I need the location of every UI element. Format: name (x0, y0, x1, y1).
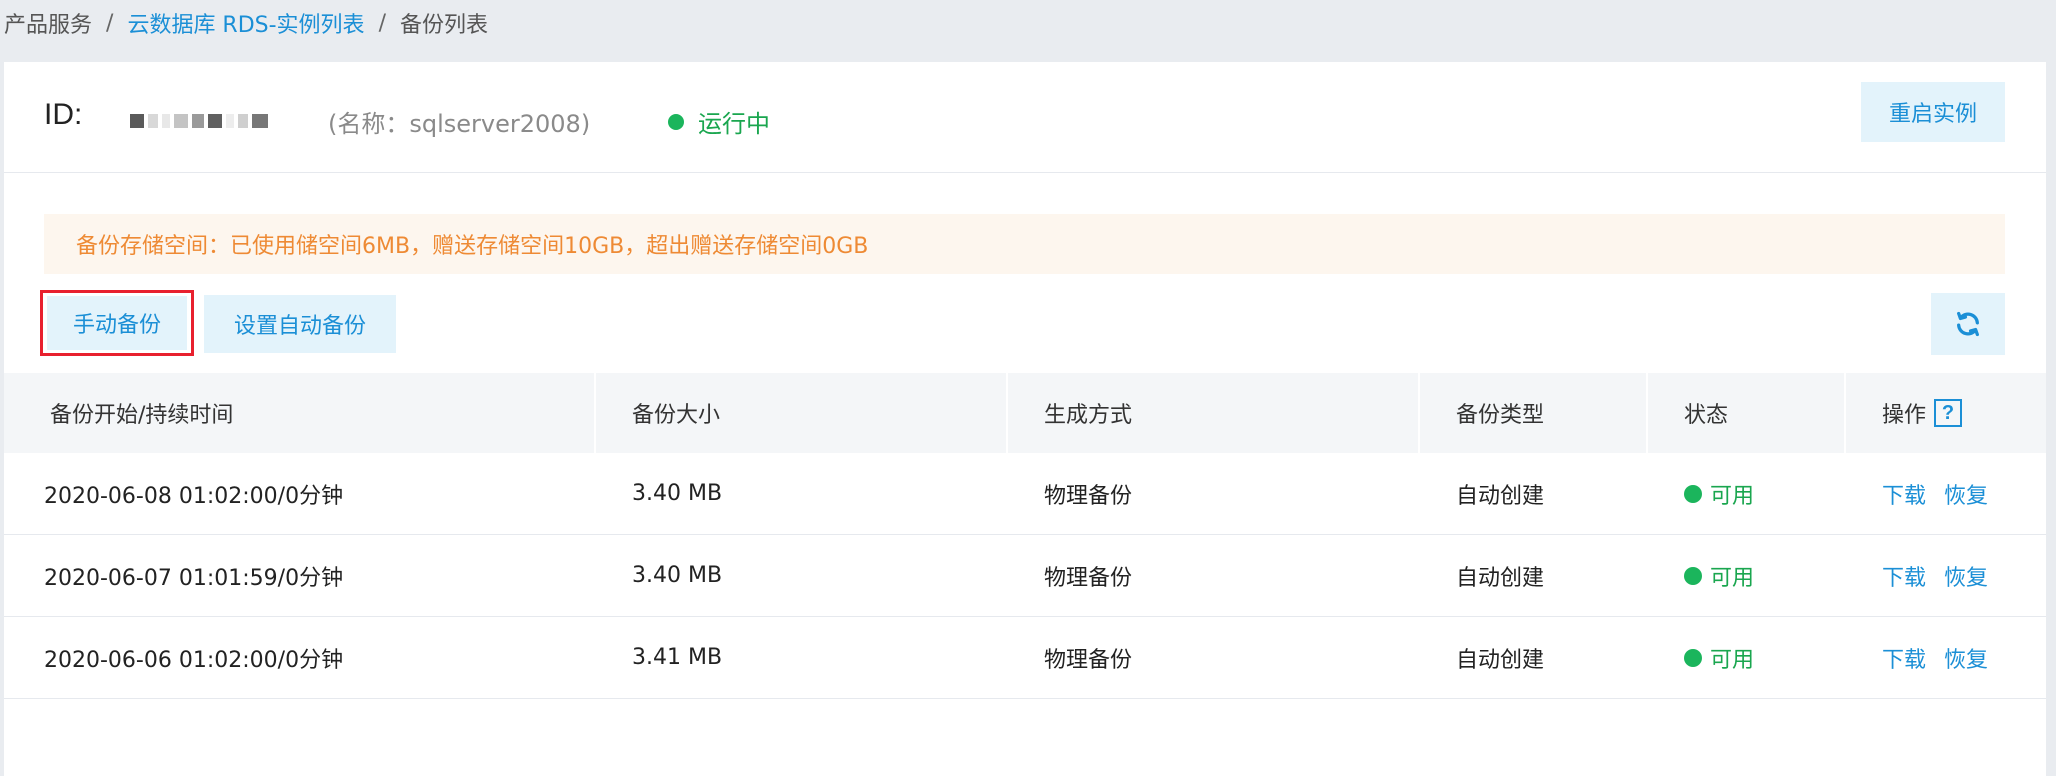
backup-type: 自动创建 (1456, 647, 1545, 673)
backup-type: 自动创建 (1456, 483, 1545, 509)
column-header-type: 备份类型 (1420, 373, 1648, 453)
backup-size: 3.41 MB (632, 645, 723, 670)
backup-card: ID: (名称：sqlserver2008) 运行中 重启实例 备份存储空间：已… (4, 62, 2046, 776)
manual-backup-label: 手动备份 (47, 296, 187, 350)
restart-instance-button[interactable]: 重启实例 (1861, 82, 2005, 142)
backup-time: 2020-06-07 01:01:59/0分钟 (44, 565, 344, 591)
backup-status-text: 可用 (1710, 647, 1755, 673)
instance-status: 运行中 (668, 104, 770, 139)
restore-link[interactable]: 恢复 (1944, 560, 1988, 592)
breadcrumb: 产品服务 / 云数据库 RDS-实例列表 / 备份列表 (4, 0, 488, 46)
backup-status: 可用 (1648, 453, 1846, 534)
backup-actions: 下载 恢复 (1846, 617, 2046, 698)
breadcrumb-item-backup-list: 备份列表 (399, 13, 488, 38)
backup-time: 2020-06-06 01:02:00/0分钟 (44, 647, 344, 673)
refresh-icon (1957, 311, 1979, 337)
status-dot-icon (1684, 566, 1702, 585)
table-row: 2020-06-07 01:01:59/0分钟 3.40 MB 物理备份 自动创… (4, 535, 2046, 617)
backup-size: 3.40 MB (632, 481, 723, 506)
storage-notice: 备份存储空间：已使用储空间6MB，赠送存储空间10GB，超出赠送存储空间0GB (44, 214, 2005, 274)
backup-method: 物理备份 (1044, 565, 1133, 591)
backup-method: 物理备份 (1044, 483, 1133, 509)
breadcrumb-separator: / (378, 10, 386, 36)
backup-status: 可用 (1648, 617, 1846, 698)
column-header-size: 备份大小 (596, 373, 1008, 453)
breadcrumb-item-products[interactable]: 产品服务 (4, 7, 92, 39)
download-link[interactable]: 下载 (1882, 478, 1926, 510)
table-row: 2020-06-06 01:02:00/0分钟 3.41 MB 物理备份 自动创… (4, 617, 2046, 699)
backup-size: 3.40 MB (632, 563, 723, 588)
manual-backup-button[interactable]: 手动备份 (40, 290, 194, 356)
backup-actions: 下载 恢复 (1846, 453, 2046, 534)
backup-time: 2020-06-08 01:02:00/0分钟 (44, 483, 344, 509)
table-row: 2020-06-08 01:02:00/0分钟 3.40 MB 物理备份 自动创… (4, 453, 2046, 535)
backup-actions: 下载 恢复 (1846, 535, 2046, 616)
column-header-actions-label: 操作 (1882, 403, 1927, 428)
column-header-status: 状态 (1648, 373, 1846, 453)
backup-status: 可用 (1648, 535, 1846, 616)
status-dot-icon (1684, 648, 1702, 667)
restore-link[interactable]: 恢复 (1944, 642, 1988, 674)
status-dot-icon (668, 113, 684, 130)
table-header: 备份开始/持续时间 备份大小 生成方式 备份类型 状态 操作 ? (4, 373, 2046, 453)
download-link[interactable]: 下载 (1882, 560, 1926, 592)
refresh-button[interactable] (1931, 293, 2005, 355)
backup-status-text: 可用 (1710, 565, 1755, 591)
instance-name: (名称：sqlserver2008) (328, 110, 591, 138)
instance-status-text: 运行中 (698, 110, 770, 138)
column-header-actions: 操作 ? (1846, 373, 2046, 453)
restore-link[interactable]: 恢复 (1944, 478, 1988, 510)
column-header-time: 备份开始/持续时间 (4, 373, 596, 453)
backup-method: 物理备份 (1044, 647, 1133, 673)
help-icon[interactable]: ? (1934, 399, 1963, 427)
breadcrumb-item-rds-instances[interactable]: 云数据库 RDS-实例列表 (127, 7, 364, 39)
storage-notice-text: 备份存储空间：已使用储空间6MB，赠送存储空间10GB，超出赠送存储空间0GB (76, 234, 869, 259)
column-header-method: 生成方式 (1008, 373, 1420, 453)
backup-table: 备份开始/持续时间 备份大小 生成方式 备份类型 状态 操作 ? 2020-06… (4, 373, 2046, 699)
status-dot-icon (1684, 484, 1702, 503)
download-link[interactable]: 下载 (1882, 642, 1926, 674)
instance-header: ID: (名称：sqlserver2008) 运行中 重启实例 (4, 62, 2046, 173)
breadcrumb-separator: / (106, 10, 114, 36)
auto-backup-settings-button[interactable]: 设置自动备份 (204, 295, 396, 353)
backup-type: 自动创建 (1456, 565, 1545, 591)
backup-status-text: 可用 (1710, 483, 1755, 509)
instance-id-redacted (130, 114, 278, 128)
instance-id-label: ID: (44, 98, 83, 131)
